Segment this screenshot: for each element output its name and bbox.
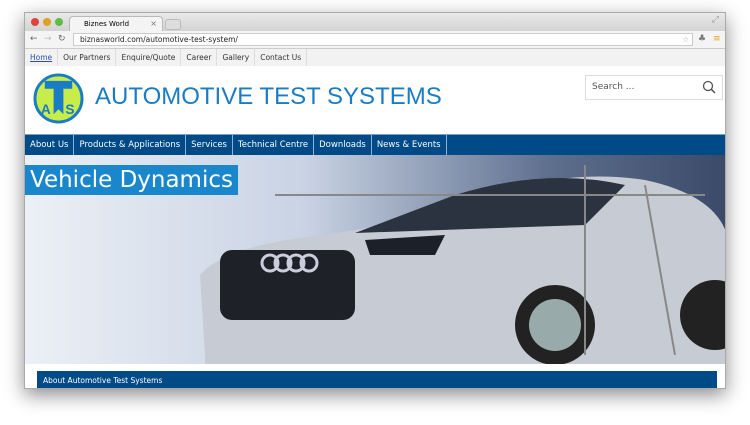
browser-toolbar: ← → ↻ biznasworld.com/automotive-test-sy… xyxy=(25,31,725,49)
extension-icon[interactable]: ♣ xyxy=(698,34,706,44)
svg-text:S: S xyxy=(65,102,74,117)
hero-title: Vehicle Dynamics xyxy=(25,165,238,195)
top-nav: Home Our Partners Enquire/Quote Career G… xyxy=(25,49,725,66)
topnav-home[interactable]: Home xyxy=(25,49,59,66)
forward-icon[interactable]: → xyxy=(44,34,52,44)
search-input[interactable]: Search ... xyxy=(585,75,723,100)
topnav-career[interactable]: Career xyxy=(181,49,218,66)
zoom-window-button[interactable] xyxy=(55,18,63,26)
close-tab-icon[interactable]: × xyxy=(150,17,157,31)
about-section-header: About Automotive Test Systems xyxy=(37,371,717,388)
search-icon[interactable] xyxy=(702,80,716,94)
menu-products-applications[interactable]: Products & Applications xyxy=(74,135,187,155)
site-title[interactable]: AUTOMOTIVE TEST SYSTEMS xyxy=(95,83,442,111)
back-icon[interactable]: ← xyxy=(30,34,38,44)
main-menu: About Us Products & Applications Service… xyxy=(25,134,725,155)
topnav-contact-us[interactable]: Contact Us xyxy=(255,49,308,66)
menu-services[interactable]: Services xyxy=(186,135,233,155)
menu-technical-centre[interactable]: Technical Centre xyxy=(233,135,315,155)
topnav-our-partners[interactable]: Our Partners xyxy=(58,49,117,66)
menu-downloads[interactable]: Downloads xyxy=(314,135,372,155)
close-window-button[interactable] xyxy=(31,18,39,26)
new-tab-button[interactable] xyxy=(165,19,181,30)
hero-banner: Vehicle Dynamics xyxy=(25,155,725,364)
menu-about-us[interactable]: About Us xyxy=(25,135,75,155)
topnav-enquire-quote[interactable]: Enquire/Quote xyxy=(116,49,182,66)
svg-text:A: A xyxy=(41,102,51,117)
menu-icon[interactable]: ≡ xyxy=(713,34,721,44)
title-bar: Biznes World × ⤢ xyxy=(25,13,725,31)
browser-tab[interactable]: Biznes World × xyxy=(69,16,163,31)
ats-logo[interactable]: A S xyxy=(33,73,84,124)
reload-icon[interactable]: ↻ xyxy=(58,34,66,44)
topnav-gallery[interactable]: Gallery xyxy=(217,49,256,66)
address-bar[interactable]: biznasworld.com/automotive-test-system/ ☆ xyxy=(73,33,693,46)
fullscreen-icon[interactable]: ⤢ xyxy=(712,15,719,25)
search-placeholder: Search ... xyxy=(592,82,635,92)
minimize-window-button[interactable] xyxy=(43,18,51,26)
menu-news-events[interactable]: News & Events xyxy=(372,135,447,155)
site-header: A S AUTOMOTIVE TEST SYSTEMS Search ... xyxy=(25,66,725,134)
browser-window: Biznes World × ⤢ ← → ↻ biznasworld.com/au… xyxy=(24,12,726,389)
tab-title: Biznes World xyxy=(84,20,130,28)
about-heading: About Automotive Test Systems xyxy=(43,376,163,385)
bookmark-star-icon[interactable]: ☆ xyxy=(682,34,689,46)
url-text: biznasworld.com/automotive-test-system/ xyxy=(80,35,238,44)
